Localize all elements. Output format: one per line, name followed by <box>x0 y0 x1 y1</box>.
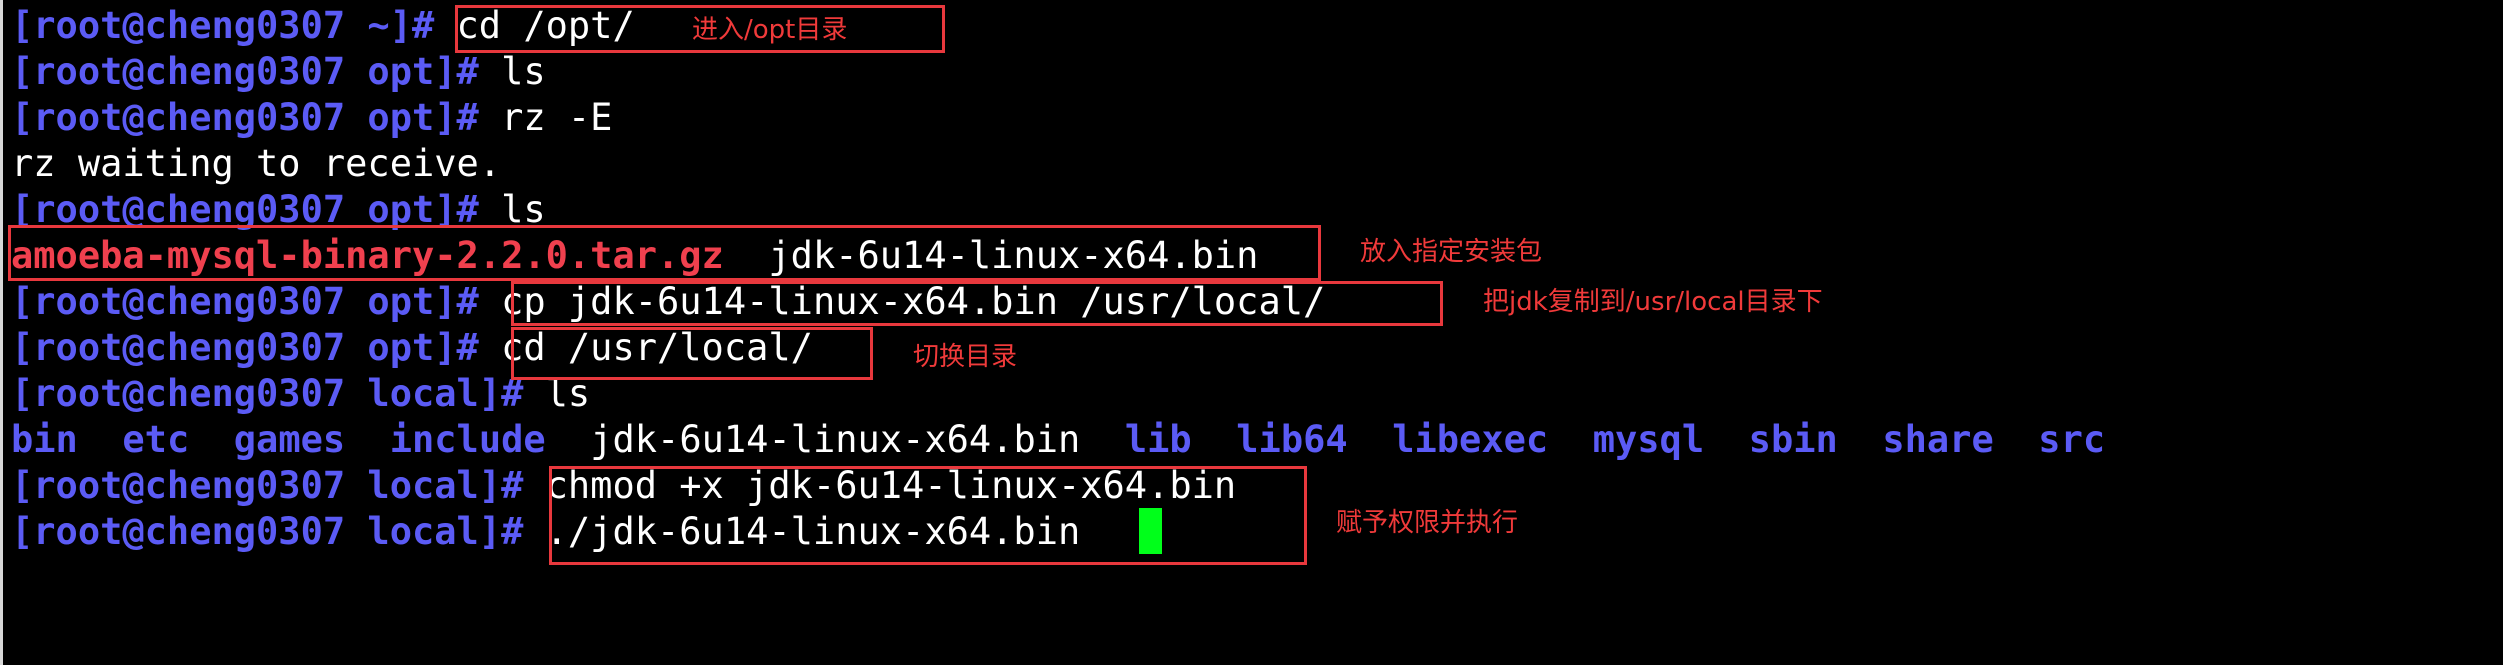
dir-entry: games <box>233 418 346 461</box>
highlight-box <box>8 225 1321 281</box>
dir-entry: share <box>1882 418 1994 461</box>
annotation: 把jdk复制到/usr/local目录下 <box>1483 287 1823 317</box>
dir-entry: include <box>389 418 546 461</box>
terminal-line: [root@cheng0307 opt]# rz -E <box>11 95 612 141</box>
dir-entry: lib64 <box>1236 418 1348 461</box>
command: ls <box>501 50 546 93</box>
dir-entry: src <box>2038 418 2106 461</box>
command: rz -E <box>501 96 613 139</box>
terminal-line: [root@cheng0307 local]# ls <box>11 371 590 417</box>
dir-entry: mysql <box>1592 418 1705 461</box>
highlight-box <box>511 281 1443 326</box>
dir-entry: lib <box>1124 418 1192 461</box>
prompt: [root@cheng0307 opt]# <box>11 50 502 93</box>
prompt: [root@cheng0307 local]# <box>11 372 546 415</box>
prompt: [root@cheng0307 local]# <box>11 510 546 553</box>
prompt: [root@cheng0307 opt]# <box>11 326 502 369</box>
terminal-line: [root@cheng0307 opt]# ls <box>11 49 546 95</box>
dir-listing: bin etc games include jdk-6u14-linux-x64… <box>11 417 2105 463</box>
terminal-output: rz waiting to receive. <box>11 142 502 185</box>
file-entry: jdk-6u14-linux-x64.bin <box>590 418 1081 461</box>
terminal-window[interactable]: [root@cheng0307 ~]# cd /opt/ [root@cheng… <box>0 0 2503 665</box>
annotation: 放入指定安装包 <box>1360 237 1543 267</box>
prompt: [root@cheng0307 ~]# <box>11 4 457 47</box>
highlight-box <box>511 327 873 380</box>
dir-entry: libexec <box>1392 418 1549 461</box>
prompt: [root@cheng0307 opt]# <box>11 280 502 323</box>
prompt: [root@cheng0307 local]# <box>11 464 546 507</box>
dir-entry: bin <box>11 418 78 461</box>
prompt: [root@cheng0307 opt]# <box>11 96 502 139</box>
dir-entry: sbin <box>1748 418 1838 461</box>
annotation: 赋予权限并执行 <box>1336 508 1519 538</box>
highlight-box <box>549 466 1307 565</box>
annotation: 切换目录 <box>913 342 1018 372</box>
annotation: 进入/opt目录 <box>692 15 848 45</box>
dir-entry: etc <box>122 418 190 461</box>
